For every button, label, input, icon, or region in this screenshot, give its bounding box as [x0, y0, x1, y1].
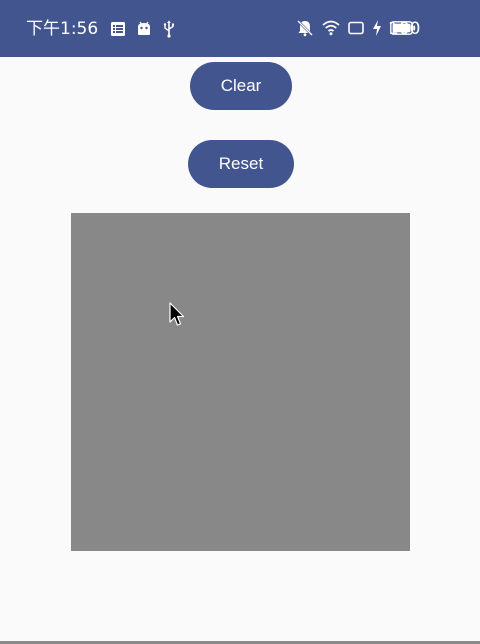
clear-button[interactable]: Clear	[190, 62, 292, 110]
reset-button[interactable]: Reset	[188, 140, 294, 188]
status-bar: 下午1:56 100	[0, 0, 480, 57]
drawing-canvas[interactable]	[71, 213, 410, 551]
status-time: 下午1:56	[26, 19, 99, 39]
mouse-pointer-icon	[169, 302, 185, 332]
usb-icon	[162, 20, 176, 38]
status-left-group: 下午1:56	[26, 19, 176, 39]
android-icon	[136, 21, 152, 37]
screen-icon	[348, 21, 364, 35]
mute-icon	[296, 19, 314, 37]
wifi-icon	[322, 20, 340, 36]
notes-icon	[110, 21, 126, 37]
charging-icon	[372, 20, 382, 36]
battery-level: 100	[388, 19, 421, 39]
